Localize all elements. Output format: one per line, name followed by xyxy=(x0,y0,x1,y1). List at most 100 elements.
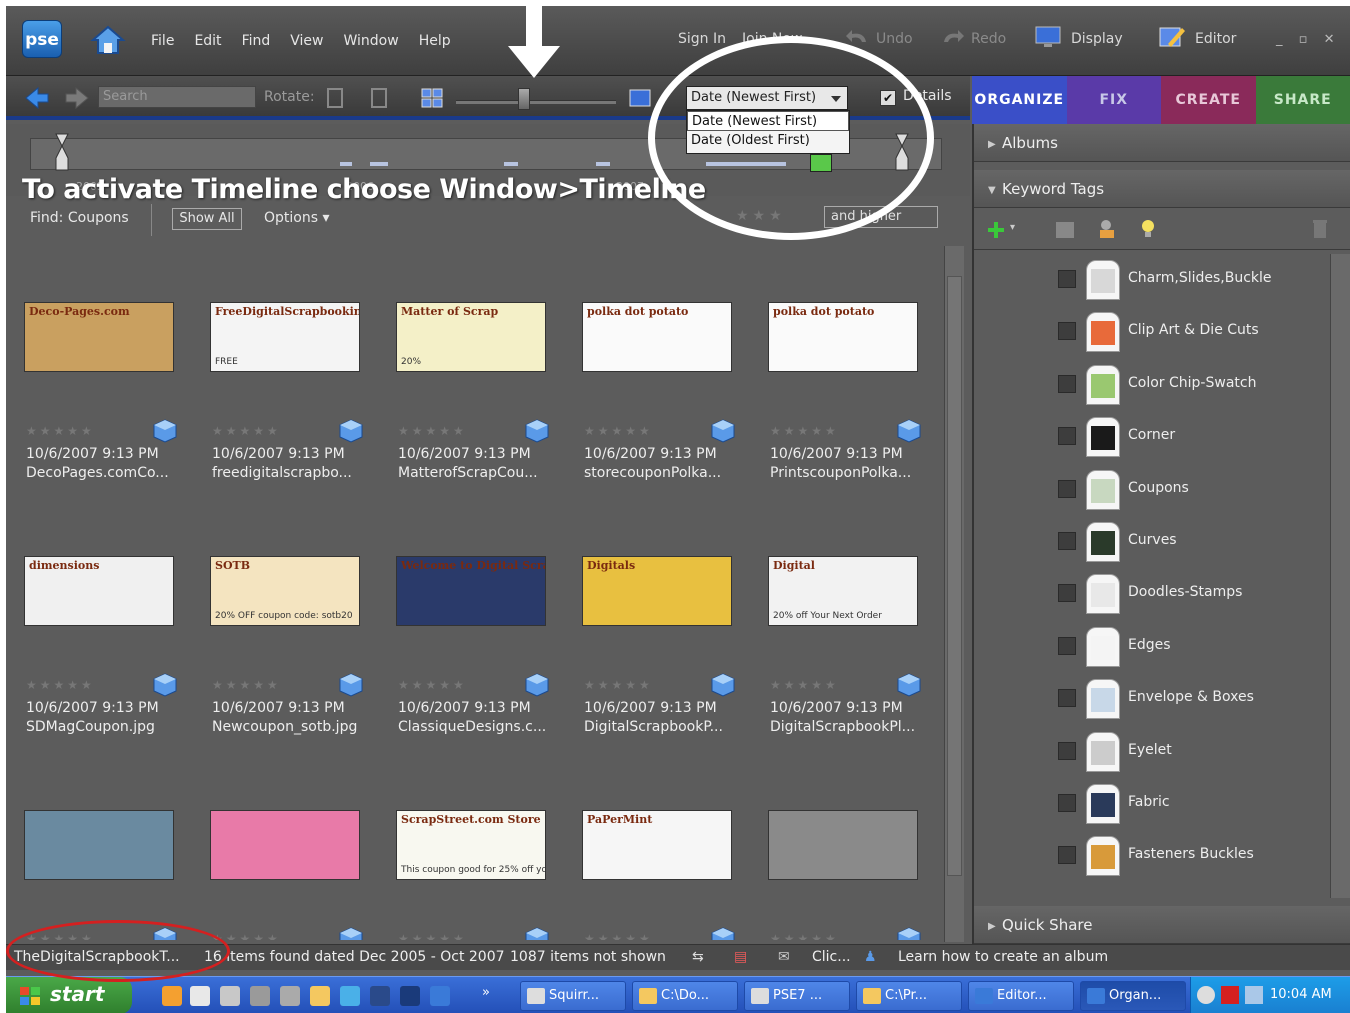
photo-thumbnail[interactable]: Digital 20% off Your Next Order xyxy=(768,556,918,626)
grid-view-icon[interactable] xyxy=(420,86,444,110)
photo-item[interactable]: Digitals ★★★★★ 10/6/2007 9:13 PM DigitalScr… xyxy=(564,500,744,750)
task-folder-program[interactable]: C:\Pr... xyxy=(856,981,962,1011)
quicklaunch-app-icon[interactable] xyxy=(250,986,270,1006)
tab-create[interactable]: CREATE xyxy=(1161,76,1256,124)
photo-item[interactable]: dimensions ★★★★★ 10/6/2007 9:13 PM SDMagCou… xyxy=(6,500,186,750)
people-tag-icon[interactable] xyxy=(1096,218,1120,240)
rating-stars[interactable]: ★★★★★ xyxy=(770,932,839,940)
keyword-find-checkbox[interactable] xyxy=(1058,846,1076,865)
photo-thumbnail[interactable]: Welcome to Digital Scrapbooking xyxy=(396,556,546,626)
keyword-find-checkbox[interactable] xyxy=(1058,322,1076,341)
photo-item[interactable]: PaPerMint ★★★★★ xyxy=(564,754,744,940)
photo-thumbnail[interactable]: polka dot potato xyxy=(582,302,732,372)
quicklaunch-ie-icon[interactable] xyxy=(340,986,360,1006)
tray-expand-icon[interactable] xyxy=(1197,986,1215,1004)
keyword-find-checkbox[interactable] xyxy=(1058,636,1076,655)
keyword-scrollbar[interactable] xyxy=(1330,254,1350,898)
photo-thumbnail[interactable] xyxy=(768,810,918,880)
quicklaunch-more-icon[interactable]: » xyxy=(482,985,490,1000)
slider-thumb[interactable] xyxy=(518,88,530,110)
photo-item[interactable]: Digital 20% off Your Next Order ★★★★★ 10/6/… xyxy=(750,500,930,750)
tab-share[interactable]: SHARE xyxy=(1255,76,1350,124)
photo-thumbnail[interactable] xyxy=(210,810,360,880)
task-editor[interactable]: Editor... xyxy=(968,981,1074,1011)
keyword-tags-header[interactable]: ▼ Keyword Tags xyxy=(974,170,1350,208)
undo-button[interactable]: Undo xyxy=(876,31,913,47)
task-pse7[interactable]: PSE7 ... xyxy=(744,981,850,1011)
thumbnail-size-slider[interactable] xyxy=(456,100,616,104)
menu-edit[interactable]: Edit xyxy=(194,33,221,49)
quick-share-header[interactable]: ▶ Quick Share xyxy=(974,906,1350,944)
photo-item[interactable]: polka dot potato ★★★★★ 10/6/2007 9:13 PM Pr… xyxy=(750,246,930,496)
rotate-right-icon[interactable] xyxy=(366,86,390,110)
keyword-tag-item[interactable]: Corner xyxy=(974,411,1330,463)
keyword-tag-item[interactable]: Color Chip-Swatch xyxy=(974,359,1330,411)
editor-menu[interactable]: Editor xyxy=(1195,31,1236,47)
keyword-tag-item[interactable]: Coupons xyxy=(974,464,1330,516)
rating-stars[interactable]: ★★★★★ xyxy=(398,932,467,940)
tab-organize[interactable]: ORGANIZE xyxy=(972,76,1067,124)
keyword-tag-item[interactable]: Fasteners Buckles xyxy=(974,830,1330,882)
menu-window[interactable]: Window xyxy=(343,33,398,49)
photo-thumbnail[interactable]: ScrapStreet.com Store This coupon good fo… xyxy=(396,810,546,880)
keyword-tag-item[interactable]: Envelope & Boxes xyxy=(974,673,1330,725)
quicklaunch-app-icon[interactable] xyxy=(370,986,390,1006)
home-icon[interactable] xyxy=(90,24,126,56)
rating-stars[interactable]: ★★★★★ xyxy=(212,678,281,692)
pdf-icon[interactable]: ▤ xyxy=(734,949,747,965)
photo-thumbnail[interactable]: PaPerMint xyxy=(582,810,732,880)
photo-item[interactable]: ScrapStreet.com Store This coupon good fo… xyxy=(378,754,558,940)
quicklaunch-app-icon[interactable] xyxy=(280,986,300,1006)
show-all-button[interactable]: Show All xyxy=(172,208,242,230)
photo-item[interactable]: SOTB 20% OFF coupon code: sotb20 ★★★★★ 10/6… xyxy=(192,500,372,750)
add-tag-dropdown-icon[interactable]: ▾ xyxy=(1010,222,1015,233)
grid-scrollbar[interactable] xyxy=(944,246,964,942)
rating-stars[interactable]: ★★★★★ xyxy=(770,678,839,692)
rating-stars[interactable]: ★★★★★ xyxy=(398,678,467,692)
menu-find[interactable]: Find xyxy=(242,33,271,49)
quicklaunch-folder-icon[interactable] xyxy=(310,986,330,1006)
menu-help[interactable]: Help xyxy=(419,33,451,49)
keyword-tag-item[interactable]: Edges xyxy=(974,621,1330,673)
mail-icon[interactable]: ✉ xyxy=(778,949,790,965)
photo-thumbnail[interactable]: Deco-Pages.com xyxy=(24,302,174,372)
quicklaunch-pse-icon[interactable] xyxy=(430,986,450,1006)
keyword-tag-item[interactable]: Fabric xyxy=(974,778,1330,830)
keyword-tag-item[interactable]: Charm,Slides,Buckle xyxy=(974,254,1330,306)
display-menu[interactable]: Display xyxy=(1071,31,1123,47)
rating-stars[interactable]: ★★★★★ xyxy=(26,424,95,438)
add-tag-icon[interactable] xyxy=(986,220,1006,240)
tray-antivirus-icon[interactable] xyxy=(1221,986,1239,1004)
options-menu[interactable]: Options ▾ xyxy=(264,210,330,226)
quicklaunch-app-icon[interactable] xyxy=(220,986,240,1006)
photo-thumbnail[interactable] xyxy=(24,810,174,880)
quicklaunch-app-icon[interactable] xyxy=(190,986,210,1006)
rotate-left-icon[interactable] xyxy=(324,86,348,110)
menu-file[interactable]: File xyxy=(151,33,174,49)
rating-stars[interactable]: ★★★★★ xyxy=(584,678,653,692)
photo-thumbnail[interactable]: polka dot potato xyxy=(768,302,918,372)
single-view-icon[interactable] xyxy=(628,86,652,110)
keyword-find-checkbox[interactable] xyxy=(1058,532,1076,550)
keyword-tag-item[interactable]: Doodles-Stamps xyxy=(974,568,1330,620)
scrollbar-thumb[interactable] xyxy=(947,276,962,876)
rating-stars[interactable]: ★★★★★ xyxy=(584,932,653,940)
photo-item[interactable]: FreeDigitalScrapbooking.com FREE ★★★★★ 10/6… xyxy=(192,246,372,496)
trash-icon[interactable] xyxy=(1312,218,1328,240)
photo-thumbnail[interactable]: FreeDigitalScrapbooking.com FREE xyxy=(210,302,360,372)
photo-item[interactable]: Welcome to Digital Scrapbooking ★★★★★ 10/6… xyxy=(378,500,558,750)
tray-network-icon[interactable] xyxy=(1245,986,1263,1004)
task-organizer[interactable]: Organ... xyxy=(1080,981,1186,1011)
learn-album-link[interactable]: Learn how to create an album xyxy=(898,949,1108,965)
photo-item[interactable]: Deco-Pages.com ★★★★★ 10/6/2007 9:13 PM Deco… xyxy=(6,246,186,496)
keyword-find-checkbox[interactable] xyxy=(1058,584,1076,603)
tab-fix[interactable]: FIX xyxy=(1066,76,1161,124)
rating-stars[interactable]: ★★★★★ xyxy=(212,424,281,438)
photo-thumbnail[interactable]: Digitals xyxy=(582,556,732,626)
keyword-tag-item[interactable]: Eyelet xyxy=(974,726,1330,778)
keyword-find-checkbox[interactable] xyxy=(1058,270,1076,288)
photo-thumbnail[interactable]: Matter of Scrap 20% xyxy=(396,302,546,372)
keyword-find-checkbox[interactable] xyxy=(1058,689,1076,708)
photo-item[interactable]: Matter of Scrap 20% ★★★★★ 10/6/2007 9:13 PM… xyxy=(378,246,558,496)
keyword-find-checkbox[interactable] xyxy=(1058,427,1076,446)
